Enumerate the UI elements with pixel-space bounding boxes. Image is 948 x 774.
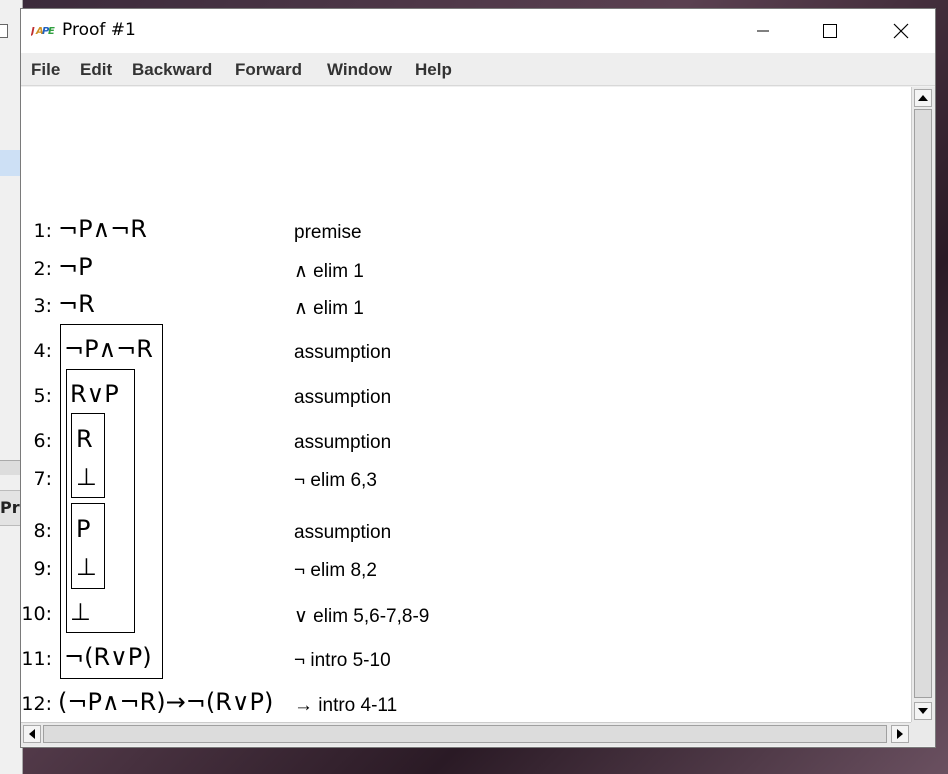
menu-edit[interactable]: Edit: [80, 60, 112, 80]
line-number: 9:: [33, 558, 53, 580]
line-number: 10:: [21, 603, 52, 625]
justification: ¬ elim 6,3: [294, 470, 377, 491]
minimize-icon: [757, 30, 769, 32]
formula[interactable]: ¬P: [58, 253, 93, 281]
horizontal-scroll-thumb[interactable]: [43, 725, 887, 743]
svg-text:J: J: [31, 26, 35, 37]
title-bar[interactable]: J A P E Proof #1: [21, 9, 935, 53]
line-number: 6:: [33, 430, 53, 452]
line-number: 5:: [33, 385, 53, 407]
line-number: 8:: [33, 520, 53, 542]
background-tab[interactable]: Pr: [0, 490, 22, 526]
line-number: 1:: [33, 220, 53, 242]
justification: ∧ elim 1: [294, 261, 364, 282]
line-number: 2:: [33, 258, 53, 280]
scroll-right-button[interactable]: [891, 725, 909, 743]
justification: → intro 4-11: [294, 695, 398, 716]
scroll-left-button[interactable]: [23, 725, 41, 743]
justification: ∧ elim 1: [294, 298, 364, 319]
line-number: 12:: [21, 693, 52, 715]
justification: ¬ elim 8,2: [294, 560, 377, 581]
vertical-scrollbar[interactable]: [911, 87, 935, 722]
background-checkbox: [0, 24, 8, 38]
justification: assumption: [294, 522, 392, 543]
background-selected-row: [0, 150, 22, 176]
jape-logo-icon: J A P E: [31, 26, 55, 37]
horizontal-scrollbar[interactable]: [21, 722, 911, 746]
assumption-box-middle: [66, 369, 135, 633]
menu-bar: File Edit Backward Forward Window Help: [21, 53, 935, 86]
formula[interactable]: ¬R: [58, 290, 95, 318]
window-title: Proof #1: [62, 20, 136, 40]
scroll-left-arrow-icon: [29, 729, 35, 739]
justification: ∨ elim 5,6-7,8-9: [294, 606, 430, 627]
minimize-button[interactable]: [740, 9, 786, 53]
menu-window[interactable]: Window: [327, 60, 392, 80]
justification: assumption: [294, 387, 392, 408]
justification: assumption: [294, 432, 392, 453]
close-icon: [893, 23, 909, 39]
scroll-down-button[interactable]: [914, 702, 932, 720]
justification: premise: [294, 222, 362, 243]
scroll-up-button[interactable]: [914, 89, 932, 107]
close-button[interactable]: [878, 9, 924, 53]
scroll-down-arrow-icon: [918, 708, 928, 714]
formula[interactable]: ⊥: [76, 553, 97, 581]
line-number: 11:: [21, 648, 52, 670]
menu-help[interactable]: Help: [415, 60, 452, 80]
line-number: 3:: [33, 295, 53, 317]
menu-backward[interactable]: Backward: [132, 60, 212, 80]
line-number: 4:: [33, 340, 53, 362]
formula[interactable]: ¬P∧¬R: [58, 215, 147, 243]
line-number: 7:: [33, 468, 53, 490]
menu-forward[interactable]: Forward: [235, 60, 302, 80]
maximize-icon: [823, 24, 837, 38]
maximize-button[interactable]: [807, 9, 853, 53]
scroll-right-arrow-icon: [897, 729, 903, 739]
menu-file[interactable]: File: [31, 60, 60, 80]
formula[interactable]: ¬(R∨P): [64, 643, 152, 671]
scroll-corner: [911, 722, 935, 746]
proof-window: J A P E Proof #1 File Edit Backward Forw…: [20, 8, 936, 748]
formula[interactable]: R∨P: [70, 380, 119, 408]
formula[interactable]: (¬P∧¬R)→¬(R∨P): [58, 688, 273, 716]
formula[interactable]: P: [76, 515, 90, 543]
scroll-up-arrow-icon: [918, 95, 928, 101]
proof-canvas[interactable]: 1: ¬P∧¬R premise 2: ¬P ∧ elim 1 3: ¬R ∧ …: [21, 87, 911, 722]
formula[interactable]: ⊥: [76, 463, 97, 491]
formula[interactable]: ¬P∧¬R: [64, 335, 153, 363]
justification: ¬ intro 5-10: [294, 650, 391, 671]
vertical-scroll-thumb[interactable]: [914, 109, 932, 698]
justification: assumption: [294, 342, 392, 363]
formula[interactable]: ⊥: [70, 598, 91, 626]
formula[interactable]: R: [76, 425, 93, 453]
background-bar: [0, 460, 22, 475]
svg-text:E: E: [48, 26, 55, 37]
